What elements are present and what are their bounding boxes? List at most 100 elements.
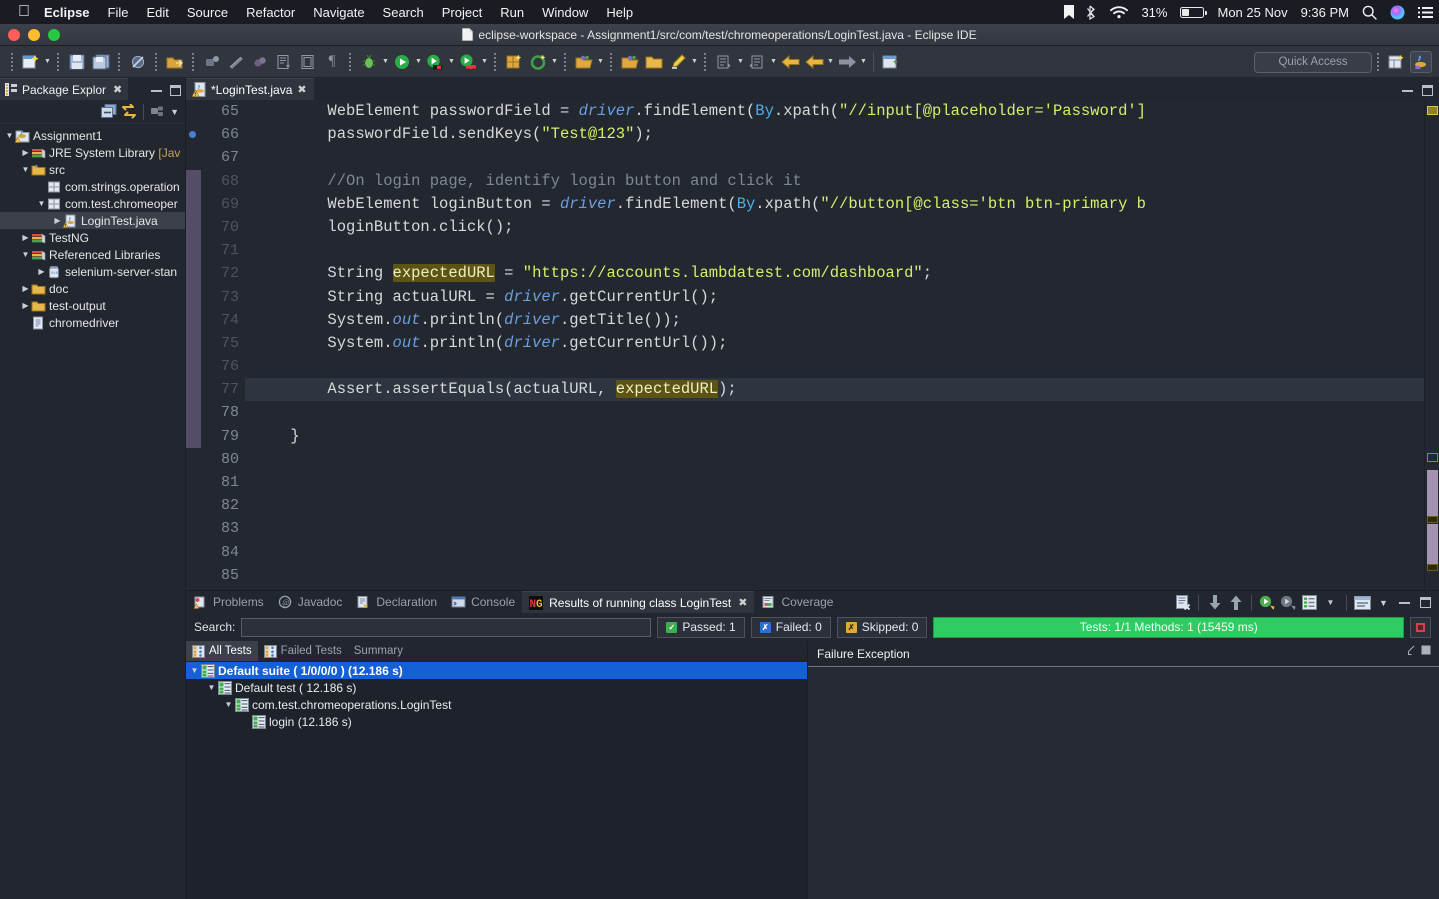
maximize-pane-icon[interactable] (1421, 645, 1431, 655)
test-result-row[interactable]: login (12.186 s) (186, 713, 807, 730)
previous-failure-icon[interactable] (1226, 593, 1245, 612)
twisty-collapsed-icon[interactable]: ▶ (36, 267, 47, 276)
bottom-tab-coverage[interactable]: Coverage (754, 591, 840, 613)
bottom-tab-declaration[interactable]: Declaration (349, 591, 444, 613)
overview-marker-occurrence-3[interactable] (1427, 564, 1438, 571)
twisty-expanded-icon[interactable]: ▼ (20, 165, 31, 174)
explorer-tree-item[interactable]: ▼Referenced Libraries (0, 246, 185, 263)
overview-marker-selection[interactable] (1427, 470, 1438, 518)
open-type-icon[interactable] (164, 51, 186, 73)
menu-item-edit[interactable]: Edit (146, 5, 168, 20)
twisty-collapsed-icon[interactable]: ▶ (52, 216, 63, 225)
code-line[interactable] (253, 146, 1424, 169)
save-all-icon[interactable] (90, 51, 112, 73)
code-line[interactable]: String actualURL = driver.getCurrentUrl(… (253, 286, 1424, 309)
new-window-icon[interactable] (880, 51, 902, 73)
menu-item-search[interactable]: Search (383, 5, 424, 20)
twisty-collapsed-icon[interactable]: ▶ (20, 301, 31, 310)
test-result-row[interactable]: ▼Default suite ( 1/0/0/0 ) (12.186 s) (186, 662, 807, 679)
open-perspective-icon[interactable] (573, 51, 595, 73)
build-icon[interactable] (225, 51, 247, 73)
source-code-area[interactable]: WebElement passwordField = driver.findEl… (245, 100, 1424, 590)
minimize-editor-button[interactable] (1402, 85, 1413, 96)
overview-marker-warning[interactable] (1427, 106, 1438, 115)
result-tab-summary[interactable]: Summary (348, 641, 409, 661)
tab-logintest-java[interactable]: *LoginTest.java ✖ (186, 78, 314, 100)
minimize-window-button[interactable] (28, 29, 40, 41)
search-input[interactable] (241, 618, 651, 637)
back-history-icon[interactable] (779, 51, 801, 73)
new-class-icon[interactable] (297, 51, 319, 73)
previous-annotation-icon[interactable] (746, 51, 768, 73)
open-perspective-dropdown-arrow[interactable]: ▼ (596, 51, 605, 73)
menu-item-file[interactable]: File (108, 5, 129, 20)
close-window-button[interactable] (8, 29, 20, 41)
explorer-tree-item[interactable]: ▶test-output (0, 297, 185, 314)
refresh-icon[interactable] (201, 51, 223, 73)
back-nav-icon[interactable] (803, 51, 825, 73)
pilcrow-icon[interactable]: ¶ (321, 51, 343, 73)
restore-pane-icon[interactable] (1408, 645, 1418, 655)
new-wizard-icon[interactable] (20, 51, 42, 73)
previous-annotation-dropdown-arrow[interactable]: ▼ (769, 51, 778, 73)
siri-icon[interactable] (1390, 5, 1405, 20)
stop-test-button[interactable] (1410, 617, 1431, 638)
menu-item-navigate[interactable]: Navigate (313, 5, 364, 20)
explorer-tree-item[interactable]: com.strings.operation (0, 178, 185, 195)
new-annotation-dropdown-arrow[interactable]: ▼ (550, 51, 559, 73)
menu-item-project[interactable]: Project (442, 5, 482, 20)
twisty-collapsed-icon[interactable]: ▶ (20, 233, 31, 242)
breakpoint-marker[interactable] (189, 131, 196, 138)
new-annotation-icon[interactable] (527, 51, 549, 73)
overview-marker-occurrence-2[interactable] (1427, 516, 1438, 523)
code-line[interactable] (253, 448, 1424, 471)
tab-package-explorer[interactable]: Package Explor ✖ (0, 78, 128, 100)
twisty-expanded-icon[interactable]: ▼ (189, 666, 200, 675)
twisty-expanded-icon[interactable]: ▼ (223, 700, 234, 709)
explorer-tree-item[interactable]: chromedriver (0, 314, 185, 331)
collapse-all-icon[interactable] (101, 104, 117, 119)
explorer-tree-item[interactable]: ▶TestNG (0, 229, 185, 246)
bookmark-icon[interactable] (1064, 5, 1074, 19)
menu-item-run[interactable]: Run (500, 5, 524, 20)
view-menu-icon[interactable] (150, 105, 166, 118)
explorer-tree-item[interactable]: ▼com.test.chromeoper (0, 195, 185, 212)
test-result-row[interactable]: ▼com.test.chromeoperations.LoginTest (186, 696, 807, 713)
code-line[interactable]: } (253, 425, 1424, 448)
quick-access-input[interactable]: Quick Access (1254, 52, 1372, 73)
debug-dropdown-arrow[interactable]: ▼ (381, 51, 390, 73)
result-tab-failed-tests[interactable]: Failed Tests (258, 641, 348, 661)
apple-icon[interactable]:  (18, 4, 30, 20)
code-line[interactable]: //On login page, identify login button a… (253, 170, 1424, 193)
minimize-panel-button[interactable] (1395, 593, 1414, 612)
bottom-tab-problems[interactable]: Problems (186, 591, 271, 613)
bluetooth-icon[interactable] (1087, 5, 1097, 20)
rerun-all-tests-icon[interactable] (1258, 593, 1277, 612)
run-external-tools-icon[interactable] (424, 51, 446, 73)
window-controls[interactable] (8, 24, 60, 46)
code-line[interactable]: Assert.assertEquals(actualURL, expectedU… (245, 378, 1424, 401)
bottom-tab-results-of-running-class-logintest[interactable]: NGResults of running class LoginTest✖ (522, 591, 754, 613)
debug-icon[interactable] (358, 51, 380, 73)
view-results-list-icon[interactable] (1300, 593, 1319, 612)
test-result-row[interactable]: ▼Default test ( 12.186 s) (186, 679, 807, 696)
menu-item-source[interactable]: Source (187, 5, 228, 20)
twisty-collapsed-icon[interactable]: ▶ (20, 148, 31, 157)
result-tab-all-tests[interactable]: All Tests (186, 641, 258, 661)
next-failure-icon[interactable] (1205, 593, 1224, 612)
next-annotation-dropdown-arrow[interactable]: ▼ (736, 51, 745, 73)
run-icon[interactable] (391, 51, 413, 73)
back-nav-dropdown-arrow[interactable]: ▼ (826, 51, 835, 73)
next-annotation-icon[interactable] (713, 51, 735, 73)
code-editor[interactable]: 6566676869707172737475767778798081828384… (186, 100, 1439, 590)
twisty-expanded-icon[interactable]: ▼ (206, 683, 217, 692)
close-icon[interactable]: ✖ (738, 596, 747, 609)
code-line[interactable] (253, 564, 1424, 587)
explorer-tree-item[interactable]: ▶JRE System Library [Jav (0, 144, 185, 161)
package-explorer-tree[interactable]: ▼Assignment1▶JRE System Library [Jav▼src… (0, 124, 185, 899)
explorer-tree-item[interactable]: ▶LoginTest.java (0, 212, 185, 229)
menu-item-eclipse[interactable]: Eclipse (44, 5, 90, 20)
save-icon[interactable] (66, 51, 88, 73)
close-icon[interactable]: ✖ (113, 83, 122, 96)
forward-nav-dropdown-arrow[interactable]: ▼ (859, 51, 868, 73)
